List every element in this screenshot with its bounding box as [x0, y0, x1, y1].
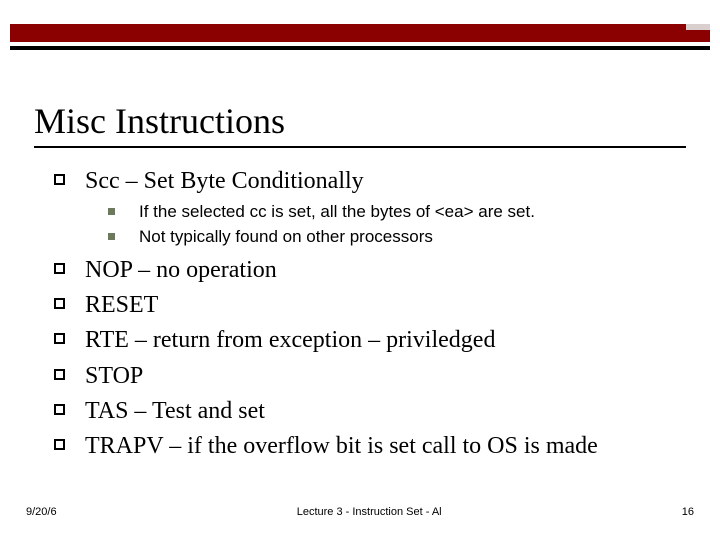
list-item-text: TRAPV – if the overflow bit is set call …	[85, 431, 598, 462]
list-item-text: STOP	[85, 361, 143, 392]
square-bullet-icon	[54, 439, 65, 450]
header-accent-notch	[686, 24, 710, 30]
title-underline	[34, 146, 686, 148]
list-item-text: NOP – no operation	[85, 255, 277, 286]
list-item: TRAPV – if the overflow bit is set call …	[54, 431, 690, 462]
slide-content: Scc – Set Byte Conditionally If the sele…	[54, 166, 690, 466]
list-item: Scc – Set Byte Conditionally	[54, 166, 690, 197]
sub-list-item-text: If the selected cc is set, all the bytes…	[139, 201, 535, 224]
list-item: TAS – Test and set	[54, 396, 690, 427]
header-accent-bar	[10, 24, 710, 42]
list-item: STOP	[54, 361, 690, 392]
small-square-bullet-icon	[108, 233, 115, 240]
footer-title: Lecture 3 - Instruction Set - Al	[57, 506, 682, 518]
list-item-text: RESET	[85, 290, 158, 321]
square-bullet-icon	[54, 174, 65, 185]
sub-list-item: Not typically found on other processors	[108, 226, 690, 249]
square-bullet-icon	[54, 333, 65, 344]
sub-list: If the selected cc is set, all the bytes…	[108, 201, 690, 249]
slide-title: Misc Instructions	[34, 100, 285, 142]
square-bullet-icon	[54, 369, 65, 380]
square-bullet-icon	[54, 298, 65, 309]
sub-list-item-text: Not typically found on other processors	[139, 226, 433, 249]
list-item-text: RTE – return from exception – priviledge…	[85, 325, 495, 356]
slide-footer: 9/20/6 Lecture 3 - Instruction Set - Al …	[0, 506, 720, 518]
list-item-text: TAS – Test and set	[85, 396, 265, 427]
footer-page-number: 16	[682, 506, 694, 518]
list-item: NOP – no operation	[54, 255, 690, 286]
sub-list-item: If the selected cc is set, all the bytes…	[108, 201, 690, 224]
list-item: RTE – return from exception – priviledge…	[54, 325, 690, 356]
list-item: RESET	[54, 290, 690, 321]
small-square-bullet-icon	[108, 208, 115, 215]
header-underline	[10, 46, 710, 50]
square-bullet-icon	[54, 263, 65, 274]
footer-date: 9/20/6	[26, 506, 57, 518]
square-bullet-icon	[54, 404, 65, 415]
list-item-text: Scc – Set Byte Conditionally	[85, 166, 364, 197]
